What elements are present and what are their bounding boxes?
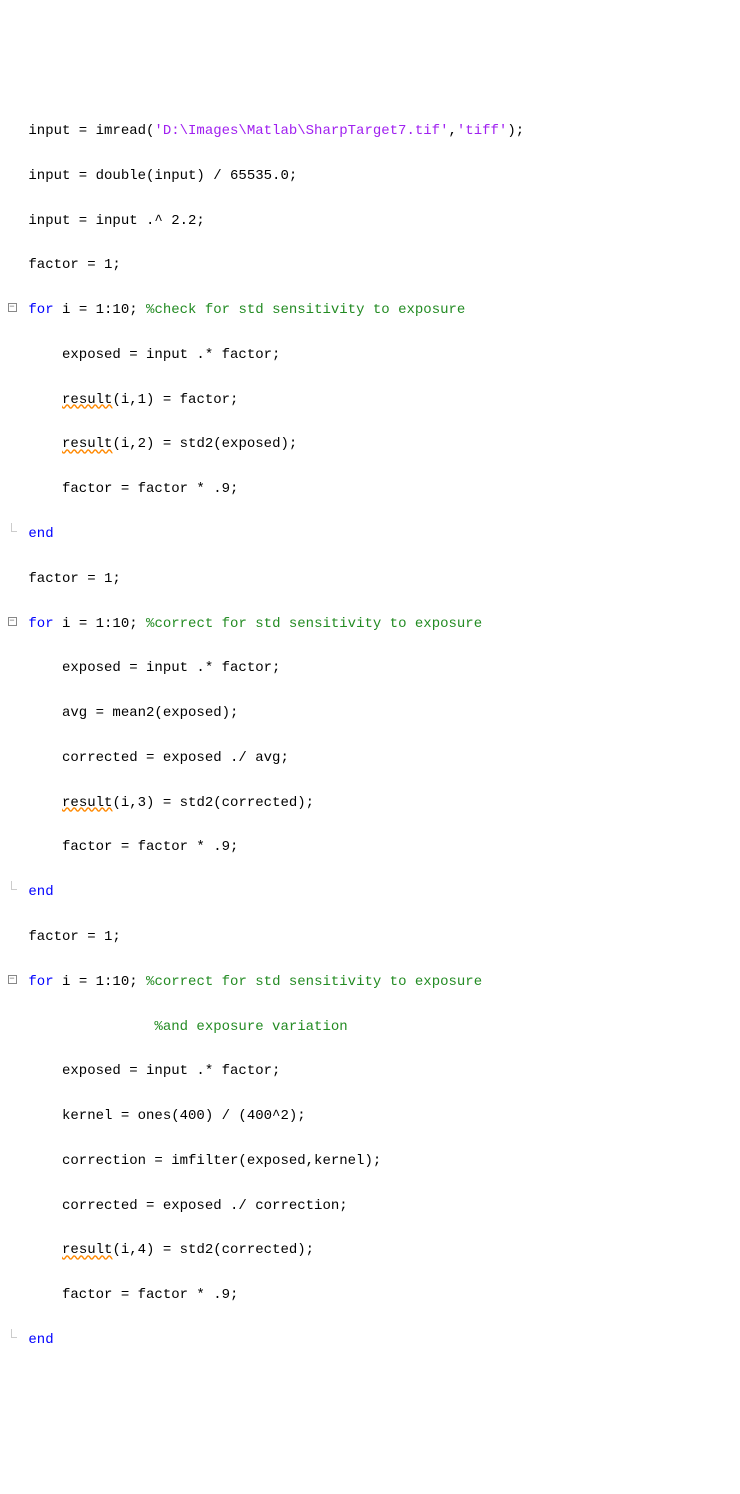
code-line[interactable]: result(i,1) = factor; bbox=[4, 389, 740, 411]
code-line[interactable]: result(i,3) = std2(corrected); bbox=[4, 792, 740, 814]
code-line[interactable]: − for i = 1:10; %check for std sensitivi… bbox=[4, 299, 740, 321]
code-line[interactable]: − for i = 1:10; %correct for std sensiti… bbox=[4, 971, 740, 993]
warning-underline: result bbox=[62, 392, 112, 408]
code-line[interactable]: factor = factor * .9; bbox=[4, 836, 740, 858]
keyword: end bbox=[28, 1332, 53, 1348]
code-line[interactable]: exposed = input .* factor; bbox=[4, 1060, 740, 1082]
code-text: avg = mean2(exposed); bbox=[20, 705, 238, 721]
code-line[interactable]: factor = factor * .9; bbox=[4, 478, 740, 500]
code-text: factor = 1; bbox=[20, 929, 121, 945]
code-line[interactable]: input = input .^ 2.2; bbox=[4, 210, 740, 232]
gutter bbox=[4, 1329, 20, 1347]
code-text: input = double(input) / 65535.0; bbox=[20, 168, 297, 184]
code-line[interactable]: %and exposure variation bbox=[4, 1016, 740, 1038]
comment: %correct for std sensitivity to exposure bbox=[146, 974, 482, 990]
code-text: factor = factor * .9; bbox=[20, 839, 238, 855]
code-text: factor = factor * .9; bbox=[20, 1287, 238, 1303]
code-line[interactable]: correction = imfilter(exposed,kernel); bbox=[4, 1150, 740, 1172]
warning-underline: result bbox=[62, 1242, 112, 1258]
code-text: exposed = input .* factor; bbox=[20, 660, 280, 676]
code-text: exposed = input .* factor; bbox=[20, 347, 280, 363]
gutter[interactable]: − bbox=[4, 613, 20, 631]
code-text: factor = 1; bbox=[20, 257, 121, 273]
code-line[interactable]: corrected = exposed ./ avg; bbox=[4, 747, 740, 769]
code-text: corrected = exposed ./ correction; bbox=[20, 1198, 348, 1214]
code-line[interactable]: factor = 1; bbox=[4, 926, 740, 948]
gutter bbox=[4, 523, 20, 541]
comment: %correct for std sensitivity to exposure bbox=[146, 616, 482, 632]
fold-minus-icon[interactable]: − bbox=[8, 617, 17, 626]
code-line[interactable]: − for i = 1:10; %correct for std sensiti… bbox=[4, 613, 740, 635]
code-line[interactable]: input = imread('D:\Images\Matlab\SharpTa… bbox=[4, 120, 740, 142]
fold-end-icon bbox=[7, 1329, 17, 1339]
comment: %and exposure variation bbox=[154, 1019, 347, 1035]
code-line[interactable]: result(i,4) = std2(corrected); bbox=[4, 1239, 740, 1261]
code-text: factor = factor * .9; bbox=[20, 481, 238, 497]
string-literal: 'D:\Images\Matlab\SharpTarget7.tif' bbox=[154, 123, 448, 139]
code-text: exposed = input .* factor; bbox=[20, 1063, 280, 1079]
code-line[interactable]: factor = factor * .9; bbox=[4, 1284, 740, 1306]
code-line[interactable]: end bbox=[4, 881, 740, 903]
code-text: corrected = exposed ./ avg; bbox=[20, 750, 289, 766]
comment: %check for std sensitivity to exposure bbox=[146, 302, 465, 318]
keyword: for bbox=[28, 302, 53, 318]
code-text: factor = 1; bbox=[20, 571, 121, 587]
code-text: correction = imfilter(exposed,kernel); bbox=[20, 1153, 381, 1169]
code-line[interactable]: avg = mean2(exposed); bbox=[4, 702, 740, 724]
code-text: input = imread( bbox=[20, 123, 154, 139]
keyword: for bbox=[28, 974, 53, 990]
code-line[interactable]: corrected = exposed ./ correction; bbox=[4, 1195, 740, 1217]
keyword: end bbox=[28, 884, 53, 900]
code-line[interactable]: kernel = ones(400) / (400^2); bbox=[4, 1105, 740, 1127]
code-editor[interactable]: input = imread('D:\Images\Matlab\SharpTa… bbox=[4, 98, 740, 1374]
fold-minus-icon[interactable]: − bbox=[8, 303, 17, 312]
code-line[interactable]: end bbox=[4, 523, 740, 545]
keyword: for bbox=[28, 616, 53, 632]
fold-end-icon bbox=[7, 881, 17, 891]
code-line[interactable]: end bbox=[4, 1329, 740, 1351]
gutter[interactable]: − bbox=[4, 299, 20, 317]
gutter[interactable]: − bbox=[4, 971, 20, 989]
code-line[interactable]: input = double(input) / 65535.0; bbox=[4, 165, 740, 187]
string-literal: 'tiff' bbox=[457, 123, 507, 139]
keyword: end bbox=[28, 526, 53, 542]
fold-minus-icon[interactable]: − bbox=[8, 975, 17, 984]
code-line[interactable]: exposed = input .* factor; bbox=[4, 657, 740, 679]
code-line[interactable]: result(i,2) = std2(exposed); bbox=[4, 433, 740, 455]
code-line[interactable]: exposed = input .* factor; bbox=[4, 344, 740, 366]
gutter bbox=[4, 881, 20, 899]
code-text: kernel = ones(400) / (400^2); bbox=[20, 1108, 306, 1124]
fold-end-icon bbox=[7, 523, 17, 533]
code-text: input = input .^ 2.2; bbox=[20, 213, 205, 229]
warning-underline: result bbox=[62, 795, 112, 811]
warning-underline: result bbox=[62, 436, 112, 452]
code-line[interactable]: factor = 1; bbox=[4, 568, 740, 590]
code-line[interactable]: factor = 1; bbox=[4, 254, 740, 276]
